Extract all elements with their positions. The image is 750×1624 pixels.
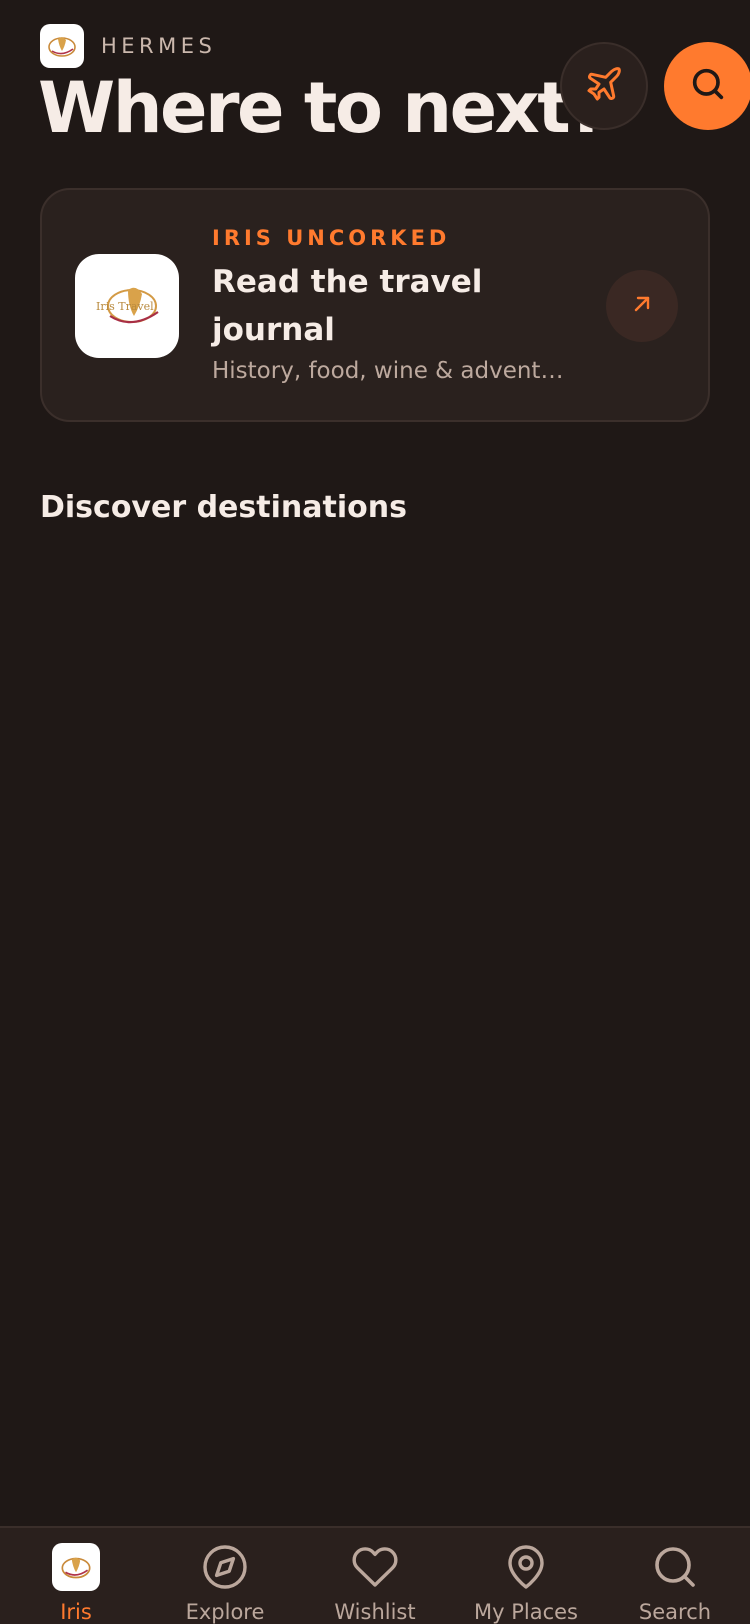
nav-label-wishlist: Wishlist [334, 1600, 416, 1624]
page-title: Where to next? [38, 67, 609, 149]
journal-subtitle: History, food, wine & adventures [212, 358, 574, 384]
travel-journal-card[interactable]: Iris Travel IRIS UNCORKED Read the trave… [40, 188, 710, 422]
nav-label-search: Search [638, 1600, 712, 1624]
nav-item-my-places[interactable]: My Places [456, 1542, 596, 1624]
svg-text:Iris Travel: Iris Travel [96, 300, 154, 313]
iris-logo-icon [52, 1543, 100, 1591]
trips-button[interactable] [560, 42, 648, 130]
nav-item-wishlist[interactable]: Wishlist [305, 1542, 445, 1624]
arrow-up-right-icon [630, 292, 654, 320]
discover-section-title: Discover destinations [40, 490, 407, 525]
airplane-icon [584, 64, 624, 108]
search-icon [688, 64, 728, 108]
journal-title: Read the travel journal [212, 264, 483, 348]
brand-name: HERMES [101, 34, 217, 58]
home-screen: HERMES Where to next? Iris Travel IRIS U… [0, 0, 750, 1624]
brand-header: HERMES [40, 24, 216, 68]
search-icon [650, 1542, 700, 1592]
open-journal-button[interactable] [606, 270, 678, 342]
search-button[interactable] [664, 42, 750, 130]
compass-icon [200, 1542, 250, 1592]
nav-item-iris[interactable]: Iris [6, 1542, 146, 1624]
nav-item-search[interactable]: Search [605, 1542, 745, 1624]
map-pin-icon [501, 1542, 551, 1592]
iris-logo-icon [40, 24, 84, 68]
nav-label-my-places: My Places [474, 1600, 578, 1624]
nav-item-explore[interactable]: Explore [155, 1542, 295, 1624]
nav-label-explore: Explore [185, 1600, 265, 1624]
journal-eyebrow: IRIS UNCORKED [212, 226, 451, 250]
nav-label-iris: Iris [60, 1600, 92, 1624]
heart-icon [350, 1542, 400, 1592]
iris-travel-logo-icon: Iris Travel [75, 254, 179, 358]
bottom-nav: Iris Explore Wishlist My Places Search [0, 1526, 750, 1624]
